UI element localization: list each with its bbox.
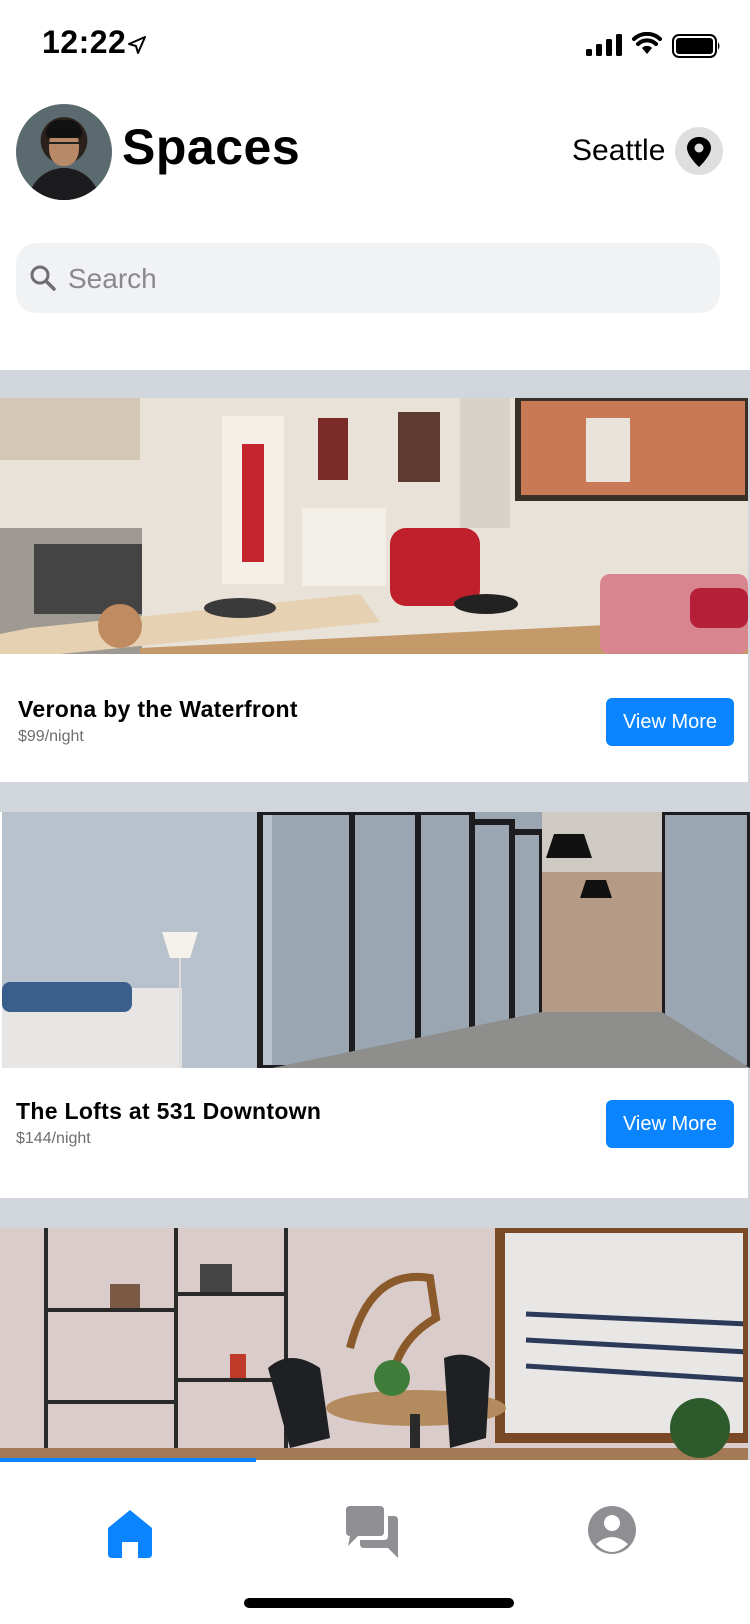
listing-card[interactable]: Verona by the Waterfront $99/night View … [0, 398, 748, 782]
search-bar[interactable] [16, 243, 720, 313]
listing-photo[interactable] [2, 812, 750, 1068]
listing-price: $99/night [18, 728, 84, 745]
listing-title: Verona by the Waterfront [18, 696, 298, 722]
view-more-button[interactable]: View More [606, 1100, 734, 1148]
search-input[interactable] [66, 255, 670, 303]
listing-card[interactable]: The Lofts at 531 Downtown $144/night Vie… [0, 812, 750, 1198]
location-pin-button[interactable] [675, 127, 723, 175]
tab-messages[interactable] [342, 1502, 402, 1562]
page-title: Spaces [122, 119, 301, 175]
home-icon [108, 1510, 152, 1558]
listing-card[interactable] [0, 1228, 748, 1460]
avatar[interactable] [16, 104, 112, 200]
listing-title: The Lofts at 531 Downtown [16, 1098, 322, 1124]
location-label[interactable]: Seattle [572, 134, 665, 168]
listing-feed[interactable]: Verona by the Waterfront $99/night View … [0, 370, 750, 1460]
status-time: 12:22 [42, 24, 127, 60]
map-pin-icon [687, 137, 711, 167]
status-bar: 12:22 [0, 0, 750, 90]
chat-icon [346, 1506, 398, 1558]
view-more-button[interactable]: View More [606, 698, 734, 746]
listing-price: $144/night [16, 1130, 91, 1147]
search-icon [30, 265, 56, 296]
home-indicator[interactable] [244, 1598, 514, 1608]
location-arrow-icon [128, 36, 146, 59]
tab-home[interactable] [100, 1502, 160, 1562]
wifi-icon [632, 31, 662, 61]
battery-icon [672, 34, 722, 63]
listing-photo[interactable] [0, 398, 748, 654]
cellular-signal-icon [586, 34, 622, 61]
account-icon [588, 1506, 636, 1554]
tab-account[interactable] [582, 1502, 642, 1562]
listing-photo[interactable] [0, 1228, 748, 1460]
